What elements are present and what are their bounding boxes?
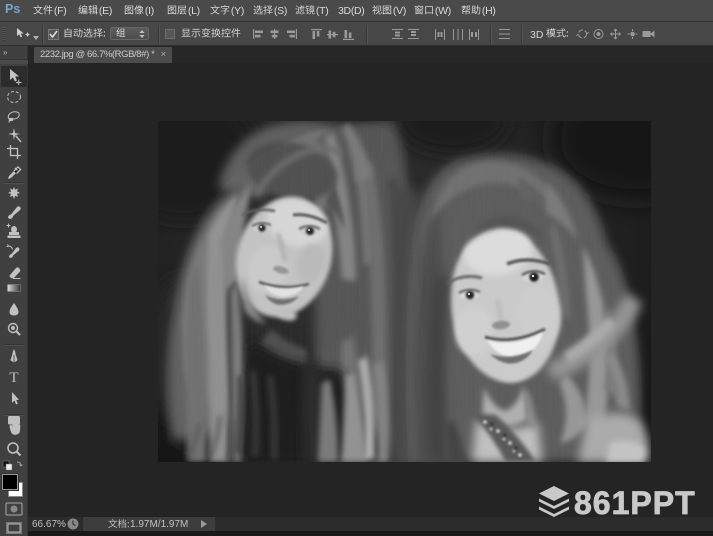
svg-text:T: T: [9, 370, 18, 386]
svg-text:861PPT: 861PPT: [574, 485, 696, 520]
